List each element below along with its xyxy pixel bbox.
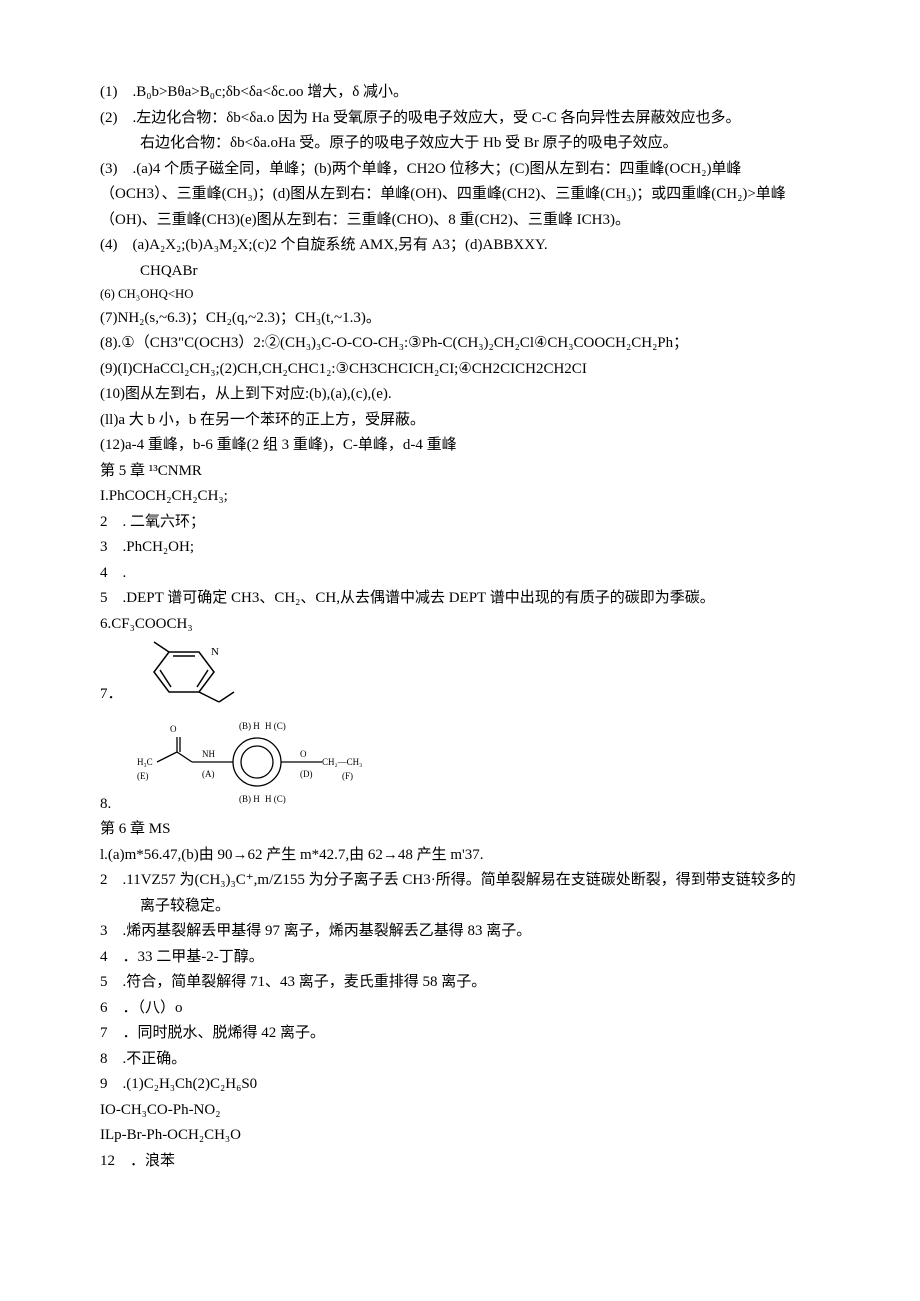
item-4: (4) (a)A₂X₂;(b)A₃M₂X;(c)2 个自旋系统 AMX,另有 A… (100, 233, 820, 259)
svg-text:N: N (211, 646, 219, 658)
item-2-line2: 右边化合物：δb<δa.oHa 受。原子的吸电子效应大于 Hb 受 Br 原子的… (100, 131, 820, 157)
item-7: (7)NH₂(s,~6.3)；CH₂(q,~2.3)；CH₃(t,~1.3)。 (100, 306, 820, 332)
svg-text:NH: NH (202, 749, 215, 759)
document-page: (1) .B₀b>Bθa>B₀c;δb<δa<δc.oo 增大，δ 减小。 (2… (0, 0, 920, 1301)
item-12: (12)a-4 重峰，b-6 重峰(2 组 3 重峰)，C-单峰，d-4 重峰 (100, 433, 820, 459)
chapter-6-heading: 第 6 章 MS (100, 817, 820, 843)
m-item-11: ILp-Br-Ph-OCH₂CH₃O (100, 1123, 820, 1149)
svg-text:(B) H: (B) H (239, 794, 260, 804)
c5-item-5: 5 .DEPT 谱可确定 CH3、CH₂、CH,从去偶谱中减去 DEPT 谱中出… (100, 586, 820, 612)
m-item-12: 12 ．浪苯 (100, 1149, 820, 1175)
c5-item-1: I.PhCOCH₂CH₂CH₃; (100, 484, 820, 510)
item-11: (ll)a 大 b 小，b 在另一个苯环的正上方，受屏蔽。 (100, 408, 820, 434)
item-10: (10)图从左到右，从上到下对应:(b),(a),(c),(e). (100, 382, 820, 408)
c5-item-8: 8. (B) H H (C) (B) H H (C) NH (A) (100, 707, 820, 817)
m-item-5: 5 .符合，简单裂解得 71、43 离子，麦氏重排得 58 离子。 (100, 970, 820, 996)
svg-text:H (C): H (C) (265, 794, 286, 804)
svg-text:H (C): H (C) (265, 721, 286, 731)
c5-item-2: 2 . 二氧六环； (100, 510, 820, 536)
m-item-2: 2 .11VZ57 为(CH₃)₃C⁺,m/Z155 为分子离子丢 CH3·所得… (100, 868, 820, 894)
item-3c: （OH)、三重峰(CH3)(e)图从左到右：三重峰(CHO)、8 重(CH2)、… (100, 208, 820, 234)
svg-text:H₃C: H₃C (137, 757, 153, 767)
item-1: (1) .B₀b>Bθa>B₀c;δb<δa<δc.oo 增大，δ 减小。 (100, 80, 820, 106)
m-item-3: 3 .烯丙基裂解丢甲基得 97 离子，烯丙基裂解丢乙基得 83 离子。 (100, 919, 820, 945)
svg-text:(E): (E) (137, 771, 149, 781)
svg-text:O: O (170, 724, 177, 734)
c5-item-4: 4 . (100, 561, 820, 587)
svg-text:O: O (300, 749, 307, 759)
m-item-10: IO-CH₃CO-Ph-NO₂ (100, 1098, 820, 1124)
chapter-5-heading: 第 5 章 ¹³CNMR (100, 459, 820, 485)
m-item-2b: 离子较稳定。 (100, 894, 820, 920)
molecule-7-icon: N (129, 637, 249, 707)
item-4b: CHQABr (100, 259, 820, 285)
svg-text:CH₂—CH₃: CH₂—CH₃ (322, 757, 362, 767)
m-item-8: 8 .不正确。 (100, 1047, 820, 1073)
c5-item-8-label: 8. (100, 792, 111, 818)
m-item-7: 7 ．同时脱水、脱烯得 42 离子。 (100, 1021, 820, 1047)
item-9: (9)(I)CHaCCl₂CH₃;(2)CH,CH₂CHC1₂:③CH3CHCI… (100, 357, 820, 383)
c5-item-3: 3 .PhCH₂OH; (100, 535, 820, 561)
svg-text:(A): (A) (202, 769, 215, 779)
svg-text:(D): (D) (300, 769, 313, 779)
item-2: (2) .左边化合物：δb<δa.o 因为 Ha 受氧原子的吸电子效应大，受 C… (100, 106, 820, 132)
item-8: (8).①（CH3"C(OCH3）2:②(CH₃)₃C-O-CO-CH₃:③Ph… (100, 331, 820, 357)
item-3: (3) .(a)4 个质子磁全同，单峰；(b)两个单峰，CH2O 位移大；(C)… (100, 157, 820, 183)
molecule-8-icon: (B) H H (C) (B) H H (C) NH (A) O H₃C (E)… (117, 707, 377, 817)
svg-text:(F): (F) (342, 771, 353, 781)
m-item-9: 9 .(1)C₂H₃Ch(2)C₂H₆S0 (100, 1072, 820, 1098)
m-item-6: 6 ．（八）o (100, 996, 820, 1022)
c5-item-6: 6.CF₃COOCH₃ (100, 612, 820, 638)
c5-item-7: 7． N (100, 637, 820, 707)
c5-item-7-label: 7． (100, 682, 123, 708)
m-item-4: 4 ．33 二甲基-2-丁醇。 (100, 945, 820, 971)
item-3b: （OCH3）、三重峰(CH₃)；(d)图从左到右：单峰(OH)、四重峰(CH2)… (100, 182, 820, 208)
m-item-1: l.(a)m*56.47,(b)由 90→62 产生 m*42.7,由 62→4… (100, 843, 820, 869)
item-6: (6) CH₃OHQ<HO (100, 284, 820, 306)
svg-text:(B) H: (B) H (239, 721, 260, 731)
